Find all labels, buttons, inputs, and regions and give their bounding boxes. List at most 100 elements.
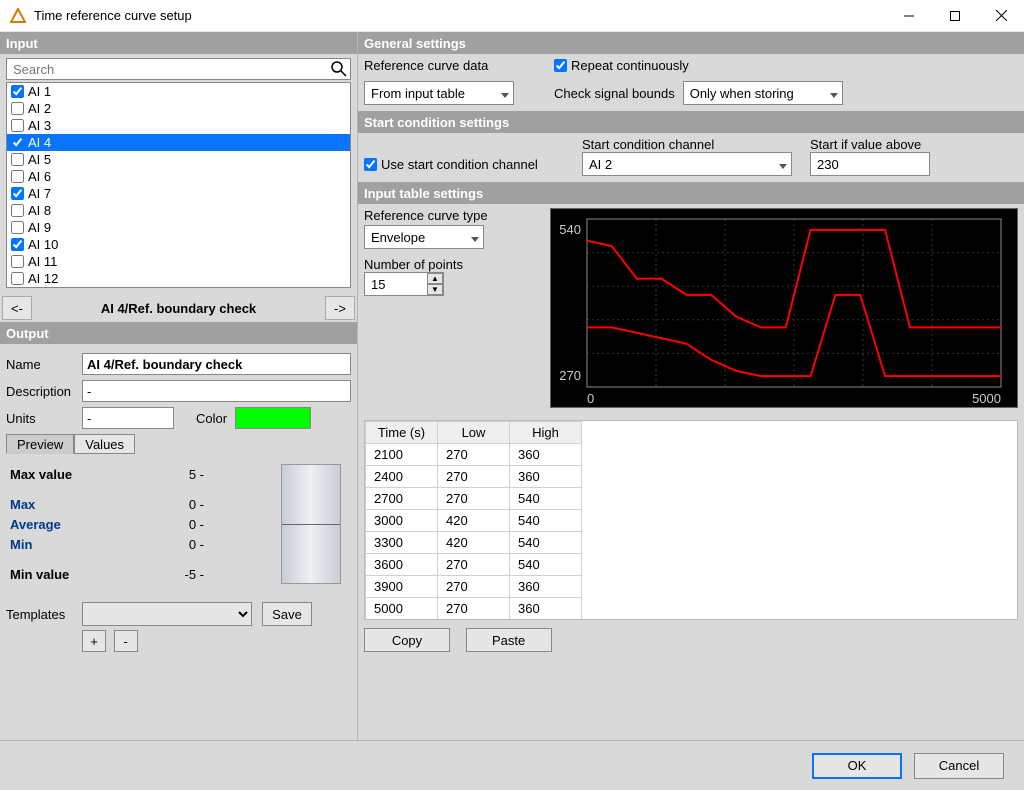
channel-list[interactable]: AI 1AI 2AI 3AI 4AI 5AI 6AI 7AI 8AI 9AI 1… <box>6 82 351 288</box>
list-item[interactable]: AI 4 <box>7 134 350 151</box>
table-cell[interactable]: 2700 <box>366 488 438 510</box>
table-row[interactable]: 5000270360 <box>366 598 582 620</box>
minimize-button[interactable] <box>886 0 932 32</box>
close-button[interactable] <box>978 0 1024 32</box>
table-cell[interactable]: 270 <box>438 488 510 510</box>
use-start-cond-checkbox[interactable] <box>364 158 377 171</box>
color-swatch[interactable] <box>235 407 311 429</box>
channel-name: AI 1 <box>28 84 51 99</box>
table-cell[interactable]: 360 <box>510 466 582 488</box>
channel-checkbox[interactable] <box>11 119 24 132</box>
description-input[interactable] <box>82 380 351 402</box>
input-header: Input <box>0 32 357 54</box>
channel-checkbox[interactable] <box>11 187 24 200</box>
table-cell[interactable]: 270 <box>438 554 510 576</box>
table-cell[interactable]: 360 <box>510 576 582 598</box>
spin-up-button[interactable]: ▲ <box>427 273 443 284</box>
next-channel-button[interactable]: -> <box>325 296 355 320</box>
table-row[interactable]: 3300420540 <box>366 532 582 554</box>
table-cell[interactable]: 420 <box>438 510 510 532</box>
current-channel-title: AI 4/Ref. boundary check <box>34 301 323 316</box>
list-item[interactable]: AI 1 <box>7 83 350 100</box>
template-add-button[interactable]: + <box>82 630 106 652</box>
list-item[interactable]: AI 10 <box>7 236 350 253</box>
table-cell[interactable]: 3000 <box>366 510 438 532</box>
column-header[interactable]: Low <box>438 422 510 444</box>
input-table-grid[interactable]: Time (s)LowHigh 210027036024002703602700… <box>365 421 582 620</box>
spin-down-button[interactable]: ▼ <box>427 284 443 295</box>
template-save-button[interactable]: Save <box>262 602 312 626</box>
table-row[interactable]: 2100270360 <box>366 444 582 466</box>
ref-curve-data-select[interactable]: From input table <box>364 81 514 105</box>
table-cell[interactable]: 540 <box>510 510 582 532</box>
list-item[interactable]: AI 11 <box>7 253 350 270</box>
table-cell[interactable]: 540 <box>510 488 582 510</box>
table-cell[interactable]: 360 <box>510 444 582 466</box>
table-row[interactable]: 3600270540 <box>366 554 582 576</box>
table-cell[interactable]: 270 <box>438 444 510 466</box>
table-row[interactable]: 3000420540 <box>366 510 582 532</box>
table-cell[interactable]: 270 <box>438 466 510 488</box>
repeat-checkbox[interactable] <box>554 59 567 72</box>
list-item[interactable]: AI 5 <box>7 151 350 168</box>
templates-select[interactable] <box>82 602 252 626</box>
channel-name: AI 11 <box>28 254 57 269</box>
check-bounds-select[interactable]: Only when storing <box>683 81 843 105</box>
list-item[interactable]: AI 3 <box>7 117 350 134</box>
channel-checkbox[interactable] <box>11 272 24 285</box>
table-cell[interactable]: 3300 <box>366 532 438 554</box>
table-cell[interactable]: 540 <box>510 532 582 554</box>
name-input[interactable] <box>82 353 351 375</box>
table-cell[interactable]: 3900 <box>366 576 438 598</box>
table-cell[interactable]: 3600 <box>366 554 438 576</box>
tab-values[interactable]: Values <box>74 434 135 454</box>
list-item[interactable]: AI 6 <box>7 168 350 185</box>
channel-checkbox[interactable] <box>11 204 24 217</box>
use-start-cond-wrap[interactable]: Use start condition channel <box>364 152 574 176</box>
table-cell[interactable]: 2400 <box>366 466 438 488</box>
start-channel-select[interactable]: AI 2 <box>582 152 792 176</box>
cancel-button[interactable]: Cancel <box>914 753 1004 779</box>
list-item[interactable]: AI 2 <box>7 100 350 117</box>
channel-name: AI 10 <box>28 237 58 252</box>
list-item[interactable]: AI 8 <box>7 202 350 219</box>
paste-button[interactable]: Paste <box>466 628 552 652</box>
channel-checkbox[interactable] <box>11 221 24 234</box>
copy-button[interactable]: Copy <box>364 628 450 652</box>
table-cell[interactable]: 360 <box>510 598 582 620</box>
table-cell[interactable]: 270 <box>438 598 510 620</box>
channel-checkbox[interactable] <box>11 102 24 115</box>
table-cell[interactable]: 540 <box>510 554 582 576</box>
table-row[interactable]: 2400270360 <box>366 466 582 488</box>
list-item[interactable]: AI 9 <box>7 219 350 236</box>
channel-checkbox[interactable] <box>11 170 24 183</box>
table-row[interactable]: 2700270540 <box>366 488 582 510</box>
template-remove-button[interactable]: - <box>114 630 138 652</box>
column-header[interactable]: High <box>510 422 582 444</box>
start-above-label: Start if value above <box>810 137 970 152</box>
svg-text:270: 270 <box>559 368 581 383</box>
channel-checkbox[interactable] <box>11 153 24 166</box>
table-row[interactable]: 3900270360 <box>366 576 582 598</box>
channel-checkbox[interactable] <box>11 238 24 251</box>
channel-checkbox[interactable] <box>11 136 24 149</box>
maximize-button[interactable] <box>932 0 978 32</box>
units-input[interactable] <box>82 407 174 429</box>
repeat-checkbox-wrap[interactable]: Repeat continuously <box>554 58 1018 73</box>
channel-checkbox[interactable] <box>11 255 24 268</box>
table-cell[interactable]: 420 <box>438 532 510 554</box>
table-cell[interactable]: 2100 <box>366 444 438 466</box>
search-input[interactable] <box>6 58 351 80</box>
table-cell[interactable]: 5000 <box>366 598 438 620</box>
list-item[interactable]: AI 12 <box>7 270 350 287</box>
channel-checkbox[interactable] <box>11 85 24 98</box>
column-header[interactable]: Time (s) <box>366 422 438 444</box>
list-item[interactable]: AI 7 <box>7 185 350 202</box>
start-above-input[interactable] <box>810 152 930 176</box>
ref-type-select[interactable]: Envelope <box>364 225 484 249</box>
tab-preview[interactable]: Preview <box>6 434 74 454</box>
table-cell[interactable]: 270 <box>438 576 510 598</box>
ok-button[interactable]: OK <box>812 753 902 779</box>
prev-channel-button[interactable]: <- <box>2 296 32 320</box>
input-table[interactable]: Time (s)LowHigh 210027036024002703602700… <box>364 420 1018 620</box>
